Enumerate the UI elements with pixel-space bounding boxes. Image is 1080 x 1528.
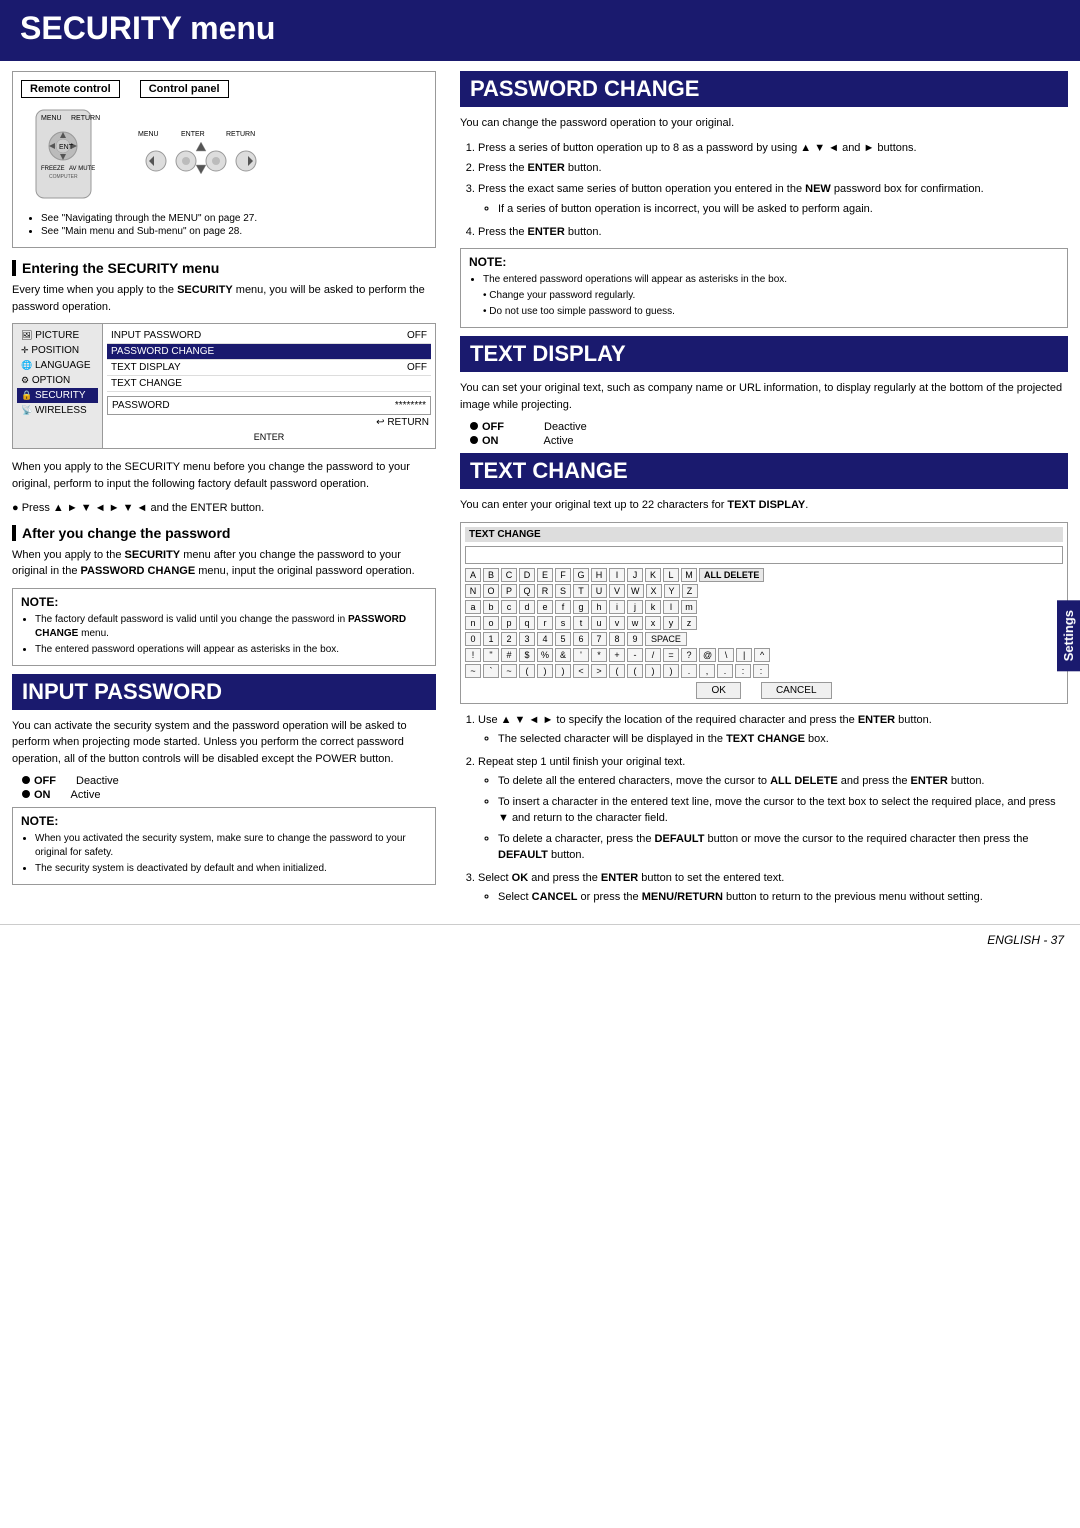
password-change-steps: Press a series of button operation up to… [460,140,1068,241]
keyboard-row-upper2: NOPQRSTUVWXYZ [465,584,1063,598]
after-password-title: After you change the password [12,525,436,541]
menu-item-language: 🌐 LANGUAGE [17,358,98,373]
text-change-body: You can enter your original text up to 2… [460,497,1068,514]
menu-row-password-change: PASSWORD CHANGE [107,344,431,360]
settings-tab: Settings [1057,600,1080,671]
note2-title: NOTE: [21,814,427,828]
input-password-options: OFF Deactive ON Active [22,775,436,801]
keyboard-action-buttons: OK CANCEL [465,682,1063,699]
menu-icons: ↩ RETURN [107,415,431,430]
svg-text:ENTER: ENTER [181,131,205,138]
entering-security-title: Entering the SECURITY menu [12,260,436,276]
note2-item2: The security system is deactivated by de… [35,862,427,876]
note3-item3: • Do not use too simple password to gues… [483,305,1059,319]
svg-text:RETURN: RETURN [71,115,100,122]
note-box-2: NOTE: When you activated the security sy… [12,807,436,885]
menu-row-text-change: TEXT CHANGE [107,376,431,392]
text-display-header: TEXT DISPLAY [460,336,1068,372]
cancel-button[interactable]: CANCEL [761,682,832,699]
text-display-body: You can set your original text, such as … [460,380,1068,413]
ok-button[interactable]: OK [696,682,740,699]
note3-item1: The entered password operations will app… [483,273,1059,287]
svg-text:MENU: MENU [41,115,62,122]
remote-control-label: Remote control [21,80,120,98]
all-delete-key[interactable]: ALL DELETE [699,568,764,582]
menu-diagram: 🖼 PICTURE ✛ POSITION 🌐 LANGUAGE ⚙ OPTION… [12,323,436,449]
remote-control-diagram: MENU RETURN ENT FREEZE AV MUTE COMPUTER [31,108,106,203]
menu-item-option: ⚙ OPTION [17,373,98,388]
password-change-header: PASSWORD CHANGE [460,71,1068,107]
password-change-body: You can change the password operation to… [460,115,1068,132]
keyboard-row-symbols1: !"#$%&'*+-/=?@\|^ [465,648,1063,662]
entering-security-body: Every time when you apply to the SECURIT… [12,282,436,315]
menu-item-picture: 🖼 PICTURE [17,328,98,343]
note-box-3: NOTE: The entered password operations wi… [460,248,1068,328]
note3-title: NOTE: [469,255,1059,269]
svg-text:MENU: MENU [138,131,159,138]
body-after-diagram: When you apply to the SECURITY menu befo… [12,459,436,492]
control-panel-label: Control panel [140,80,229,98]
press-instruction: ● Press ▲ ► ▼ ◄ ► ▼ ◄ and the ENTER butt… [12,500,436,517]
menu-password-row: PASSWORD******** [107,396,431,415]
note1-title: NOTE: [21,595,427,609]
keyboard-row-lower1: abcdefghijklm [465,600,1063,614]
remote-bullets: See "Navigating through the MENU" on pag… [21,213,427,237]
keyboard-row-upper1: ABCDEFGHIJKLM ALL DELETE [465,568,1063,582]
svg-text:FREEZE: FREEZE [41,166,65,172]
input-password-header: INPUT PASSWORD [12,674,436,710]
enter-label: ENTER [107,430,431,444]
note1-item2: The entered password operations will app… [35,643,427,657]
after-password-body: When you apply to the SECURITY menu afte… [12,547,436,580]
text-change-steps: Use ▲ ▼ ◄ ► to specify the location of t… [460,712,1068,906]
input-password-body: You can activate the security system and… [12,718,436,768]
note3-item2: • Change your password regularly. [483,289,1059,303]
keyboard-diagram: TEXT CHANGE ABCDEFGHIJKLM ALL DELETE NOP… [460,522,1068,704]
space-key[interactable]: SPACE [645,632,687,646]
menu-left-panel: 🖼 PICTURE ✛ POSITION 🌐 LANGUAGE ⚙ OPTION… [13,324,103,448]
keyboard-title: TEXT CHANGE [465,527,1063,542]
text-input-field [465,546,1063,564]
menu-item-position: ✛ POSITION [17,343,98,358]
text-display-options: OFF Deactive ON Active [470,421,1068,447]
svg-text:AV MUTE: AV MUTE [69,166,95,172]
note2-item1: When you activated the security system, … [35,832,427,860]
footer-text: ENGLISH - 37 [987,933,1064,947]
text-change-header: TEXT CHANGE [460,453,1068,489]
footer: ENGLISH - 37 [0,924,1080,955]
remote-control-box: Remote control Control panel MENU RETURN… [12,71,436,248]
control-panel-diagram: MENU ENTER RETURN [136,126,266,186]
keyboard-row-symbols2: ~`~())<>(()).,.:: [465,664,1063,678]
svg-text:RETURN: RETURN [226,131,255,138]
menu-item-wireless: 📡 WIRELESS [17,403,98,418]
menu-row-text-display: TEXT DISPLAYOFF [107,360,431,376]
keyboard-row-lower2: nopqrstuvwxyz [465,616,1063,630]
page-title: SECURITY menu [0,0,1080,61]
menu-row-input-password: INPUT PASSWORDOFF [107,328,431,344]
menu-right-panel: INPUT PASSWORDOFF PASSWORD CHANGE TEXT D… [103,324,435,448]
note-box-1: NOTE: The factory default password is va… [12,588,436,666]
note1-item1: The factory default password is valid un… [35,613,427,641]
keyboard-row-numbers: 0123456789 SPACE [465,632,1063,646]
menu-item-security-active: 🔒 SECURITY [17,388,98,403]
svg-text:ENT: ENT [59,144,74,151]
svg-text:COMPUTER: COMPUTER [49,174,78,180]
